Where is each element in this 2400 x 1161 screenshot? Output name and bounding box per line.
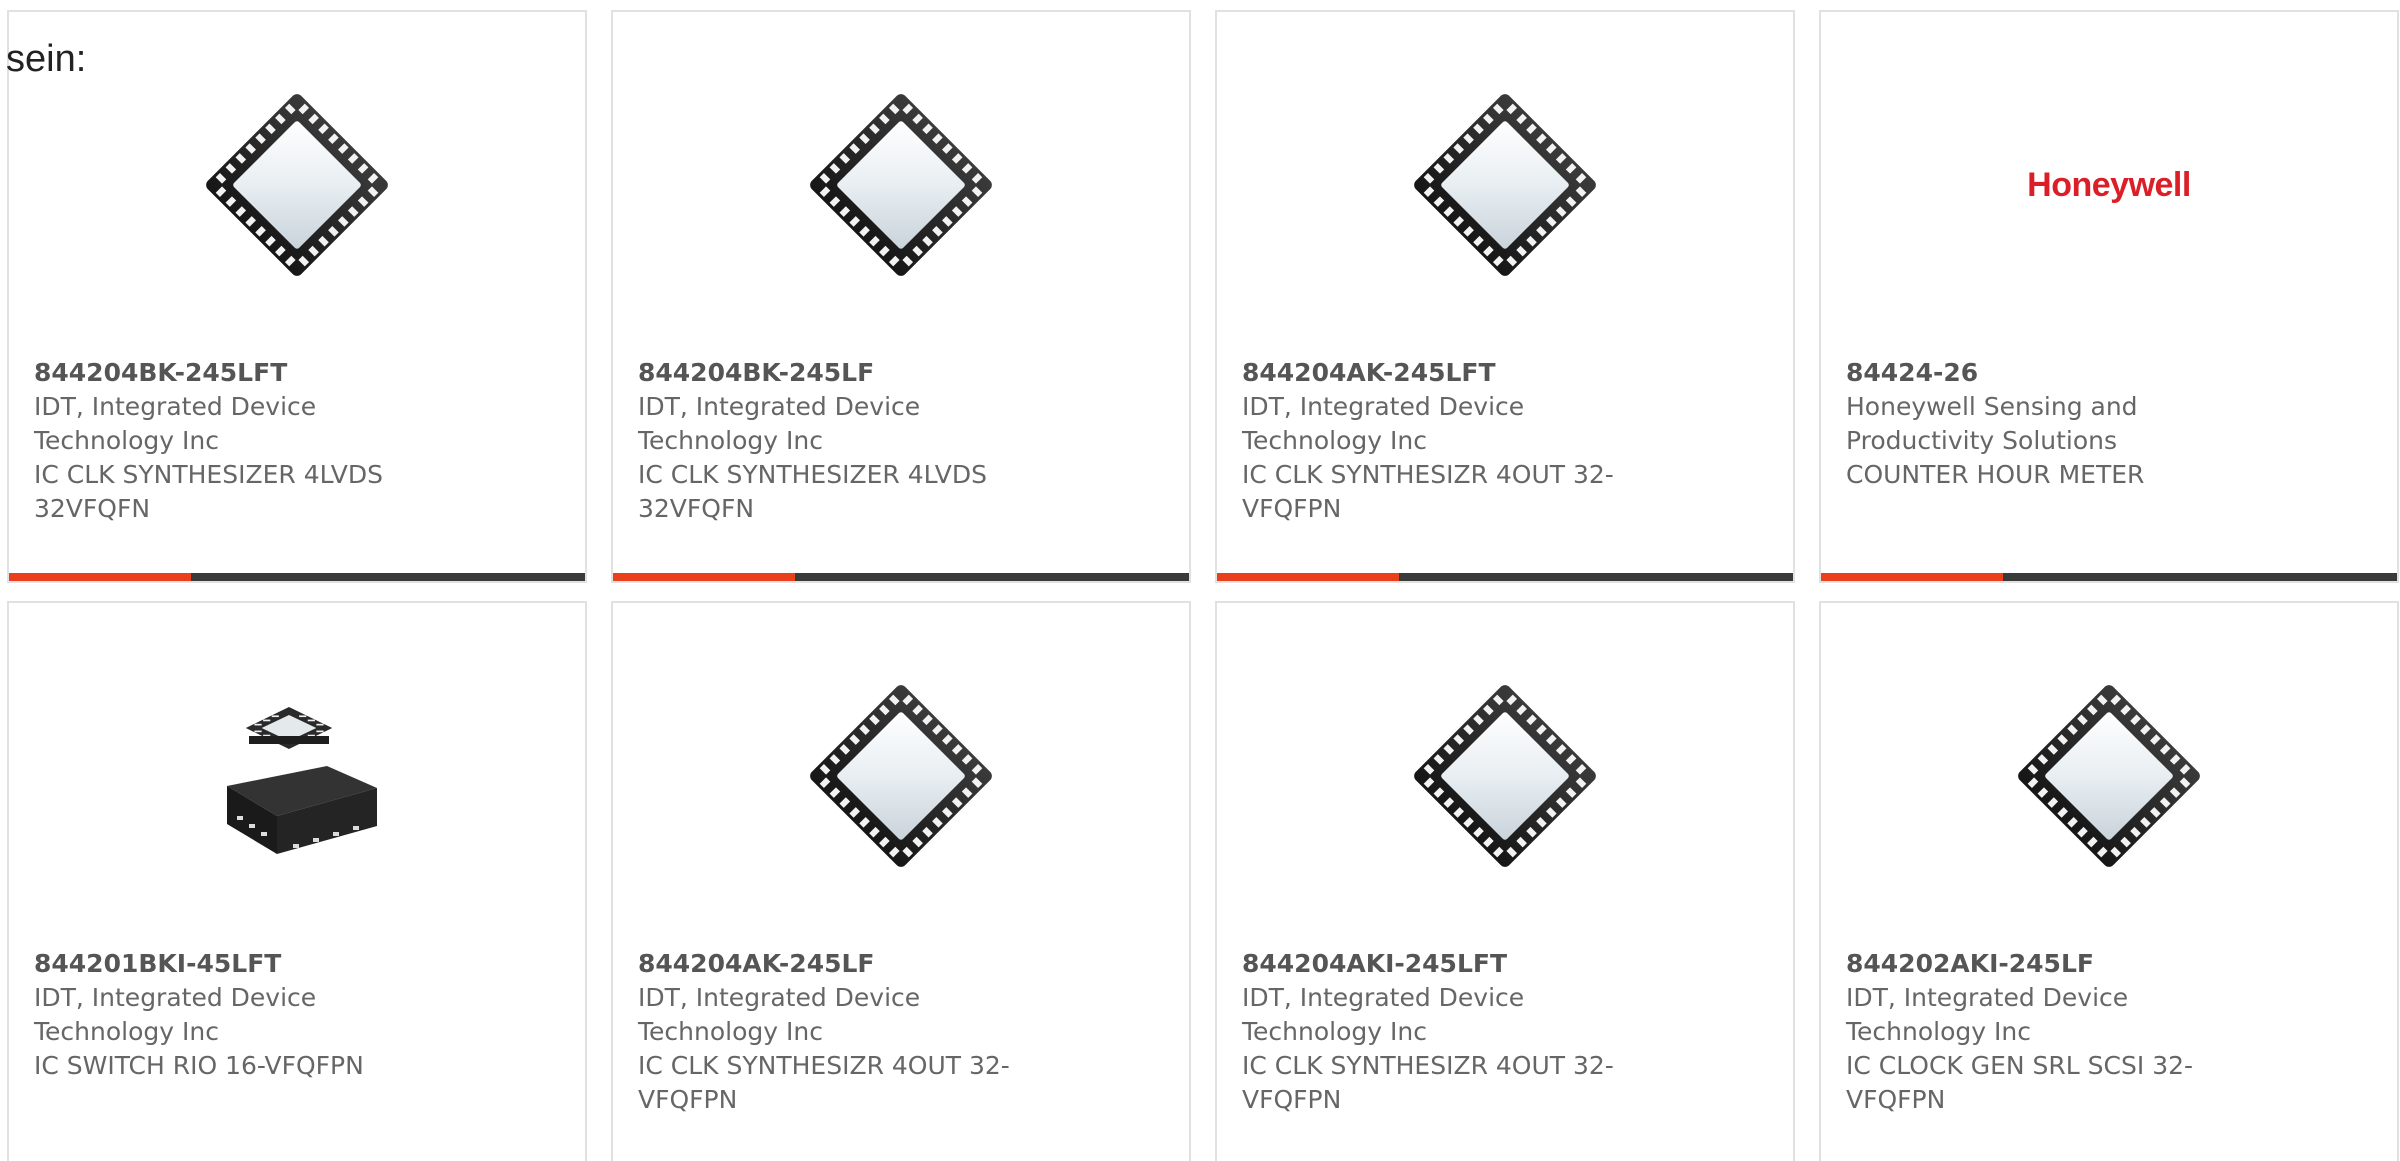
product-card[interactable]: 844204AK-245LFT IDT, Integrated Device Te…: [1215, 10, 1795, 583]
card-accent-bar: [1821, 573, 2397, 581]
product-card[interactable]: 844204AK-245LF IDT, Integrated Device Tec…: [611, 601, 1191, 1161]
card-accent-fill: [1821, 573, 2003, 581]
page-fragment-text: sein:: [6, 38, 87, 80]
product-manufacturer: Honeywell Sensing and Productivity Solut…: [1846, 392, 2138, 455]
product-part-number-link[interactable]: 844204BK-245LFT: [34, 356, 464, 390]
product-info: 844204AK-245LF IDT, Integrated Device Tec…: [638, 947, 1068, 1117]
qfn-chip-icon[interactable]: [197, 85, 397, 285]
product-card[interactable]: 844201BKI-45LFT IDT, Integrated Device Te…: [7, 601, 587, 1161]
card-accent-bar: [1217, 573, 1793, 581]
qfn-chip-icon[interactable]: [1405, 85, 1605, 285]
honeywell-logo-text: Honeywell: [2027, 165, 2191, 204]
product-description: IC CLK SYNTHESIZR 4OUT 32-VFQFPN: [638, 1051, 1010, 1114]
qfn-chip-icon[interactable]: [2009, 676, 2209, 876]
honeywell-logo[interactable]: Honeywell: [2009, 85, 2209, 285]
product-info: 844204BK-245LF IDT, Integrated Device Tec…: [638, 356, 1068, 526]
product-description: COUNTER HOUR METER: [1846, 460, 2145, 489]
product-card[interactable]: 844204BK-245LF IDT, Integrated Device Tec…: [611, 10, 1191, 583]
product-card[interactable]: Honeywell 84424-26 Honeywell Sensing and P…: [1819, 10, 2399, 583]
product-card[interactable]: 844204AKI-245LFT IDT, Integrated Device T…: [1215, 601, 1795, 1161]
product-manufacturer: IDT, Integrated Device Technology Inc: [638, 392, 921, 455]
product-part-number-link[interactable]: 84424-26: [1846, 356, 2276, 390]
card-accent-fill: [9, 573, 191, 581]
product-part-number-link[interactable]: 844201BKI-45LFT: [34, 947, 464, 981]
product-part-number-link[interactable]: 844204AKI-245LFT: [1242, 947, 1672, 981]
qfn-chip-icon[interactable]: [801, 676, 1001, 876]
product-manufacturer: IDT, Integrated Device Technology Inc: [1846, 983, 2129, 1046]
product-info: 844204AK-245LFT IDT, Integrated Device Te…: [1242, 356, 1672, 526]
product-description: IC CLOCK GEN SRL SCSI 32-VFQFPN: [1846, 1051, 2194, 1114]
product-info: 844202AKI-245LF IDT, Integrated Device Te…: [1846, 947, 2276, 1117]
product-part-number-link[interactable]: 844202AKI-245LF: [1846, 947, 2276, 981]
product-description: IC CLK SYNTHESIZR 4OUT 32-VFQFPN: [1242, 1051, 1614, 1114]
product-description: IC CLK SYNTHESIZER 4LVDS 32VFQFN: [638, 460, 987, 523]
card-accent-fill: [613, 573, 795, 581]
product-manufacturer: IDT, Integrated Device Technology Inc: [34, 392, 317, 455]
product-info: 84424-26 Honeywell Sensing and Productivi…: [1846, 356, 2276, 492]
card-accent-bar: [613, 573, 1189, 581]
product-card[interactable]: 844202AKI-245LF IDT, Integrated Device Te…: [1819, 601, 2399, 1161]
product-info: 844201BKI-45LFT IDT, Integrated Device Te…: [34, 947, 464, 1083]
product-card[interactable]: 844204BK-245LFT IDT, Integrated Device Te…: [7, 10, 587, 583]
product-manufacturer: IDT, Integrated Device Technology Inc: [1242, 983, 1525, 1046]
product-part-number-link[interactable]: 844204BK-245LF: [638, 356, 1068, 390]
qfn-chip-icon[interactable]: [1405, 676, 1605, 876]
qfn-chip-icon[interactable]: [801, 85, 1001, 285]
product-part-number-link[interactable]: 844204AK-245LF: [638, 947, 1068, 981]
product-description: IC SWITCH RIO 16-VFQFPN: [34, 1051, 364, 1080]
product-description: IC CLK SYNTHESIZER 4LVDS 32VFQFN: [34, 460, 383, 523]
product-description: IC CLK SYNTHESIZR 4OUT 32-VFQFPN: [1242, 460, 1614, 523]
card-accent-bar: [9, 573, 585, 581]
product-info: 844204AKI-245LFT IDT, Integrated Device T…: [1242, 947, 1672, 1117]
product-part-number-link[interactable]: 844204AK-245LFT: [1242, 356, 1672, 390]
qfn-package-pair-icon[interactable]: [197, 676, 397, 876]
card-accent-fill: [1217, 573, 1399, 581]
product-manufacturer: IDT, Integrated Device Technology Inc: [1242, 392, 1525, 455]
product-info: 844204BK-245LFT IDT, Integrated Device Te…: [34, 356, 464, 526]
product-manufacturer: IDT, Integrated Device Technology Inc: [638, 983, 921, 1046]
product-manufacturer: IDT, Integrated Device Technology Inc: [34, 983, 317, 1046]
